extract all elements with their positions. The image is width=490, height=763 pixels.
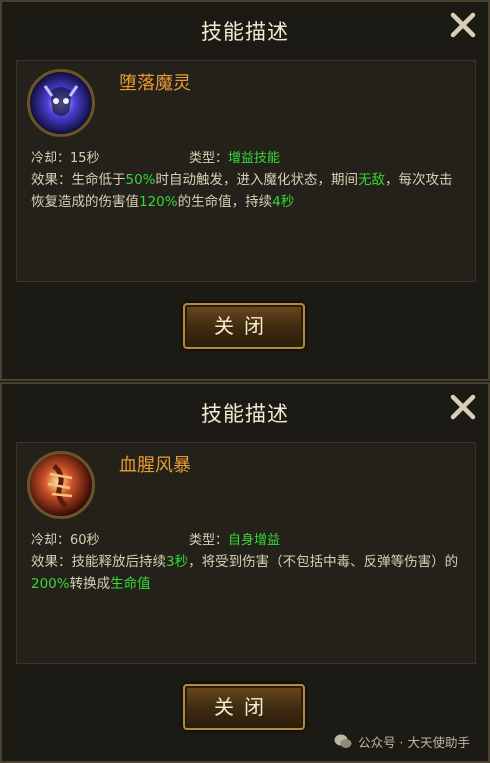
effect-value: 无敌 <box>358 172 386 188</box>
skill-description-dialog: 技能描述 堕落魔灵 冷却：15秒 类型：增益技能 效果：生命低于50%时自动触发… <box>0 0 490 381</box>
effect-value: 50% <box>125 172 156 188</box>
wechat-icon <box>334 734 352 748</box>
skill-type: 类型：自身增益 <box>189 529 280 548</box>
cooldown: 冷却：15秒 <box>31 147 100 166</box>
skill-name: 血腥风暴 <box>119 455 191 476</box>
close-icon[interactable] <box>448 10 478 40</box>
effect-value: 4秒 <box>272 194 295 210</box>
dialog-title: 技能描述 <box>201 20 289 44</box>
skill-panel: 血腥风暴 冷却：60秒 类型：自身增益 效果：技能释放后持续3秒，将受到伤害（不… <box>16 442 476 664</box>
skill-description-dialog: 技能描述 血腥风暴 冷却：60秒 类型：自身增益 效果：技能释放后持续3秒，将受… <box>0 382 490 763</box>
effect-text: 的生命值，持续 <box>177 194 273 210</box>
close-icon[interactable] <box>448 392 478 422</box>
effect-text: 时自动触发，进入魔化状态，期间 <box>155 172 359 188</box>
type-value: 增益技能 <box>228 151 281 166</box>
cooldown-value: 15秒 <box>70 151 100 166</box>
cooldown-label: 冷却： <box>31 533 71 548</box>
cooldown-label: 冷却： <box>31 151 71 166</box>
effect-value: 3秒 <box>166 554 189 570</box>
watermark-text: 公众号 · 大天使助手 <box>358 735 470 750</box>
watermark: 公众号 · 大天使助手 <box>334 732 470 751</box>
effect-text: 转换成 <box>69 576 111 592</box>
skill-effect: 效果：技能释放后持续3秒，将受到伤害（不包括中毒、反弹等伤害）的 200%转换成生… <box>31 551 463 595</box>
effect-text: 效果：技能释放后持续 <box>31 554 166 570</box>
type-label: 类型： <box>189 533 229 548</box>
effect-value: 生命值 <box>110 576 151 592</box>
skill-effect: 效果：生命低于50%时自动触发，进入魔化状态，期间无敌，每次攻击恢复造成的伤害值… <box>31 169 463 213</box>
blood-storm-icon <box>27 451 95 519</box>
type-label: 类型： <box>189 151 229 166</box>
skill-type: 类型：增益技能 <box>189 147 280 166</box>
skill-name: 堕落魔灵 <box>119 73 191 94</box>
close-button[interactable]: 关闭 <box>183 303 305 349</box>
effect-value: 120% <box>139 194 178 210</box>
type-value: 自身增益 <box>228 533 281 548</box>
dialog-title: 技能描述 <box>201 402 289 426</box>
close-button[interactable]: 关闭 <box>183 684 305 730</box>
effect-value: 200% <box>31 576 70 592</box>
cooldown: 冷却：60秒 <box>31 529 100 548</box>
effect-text: 效果：生命低于 <box>31 172 126 188</box>
skill-panel: 堕落魔灵 冷却：15秒 类型：增益技能 效果：生命低于50%时自动触发，进入魔化… <box>16 60 476 282</box>
demon-spirit-icon <box>27 69 95 137</box>
effect-text: ，将受到伤害（不包括中毒、反弹等伤害）的 <box>188 554 459 570</box>
cooldown-value: 60秒 <box>70 533 100 548</box>
